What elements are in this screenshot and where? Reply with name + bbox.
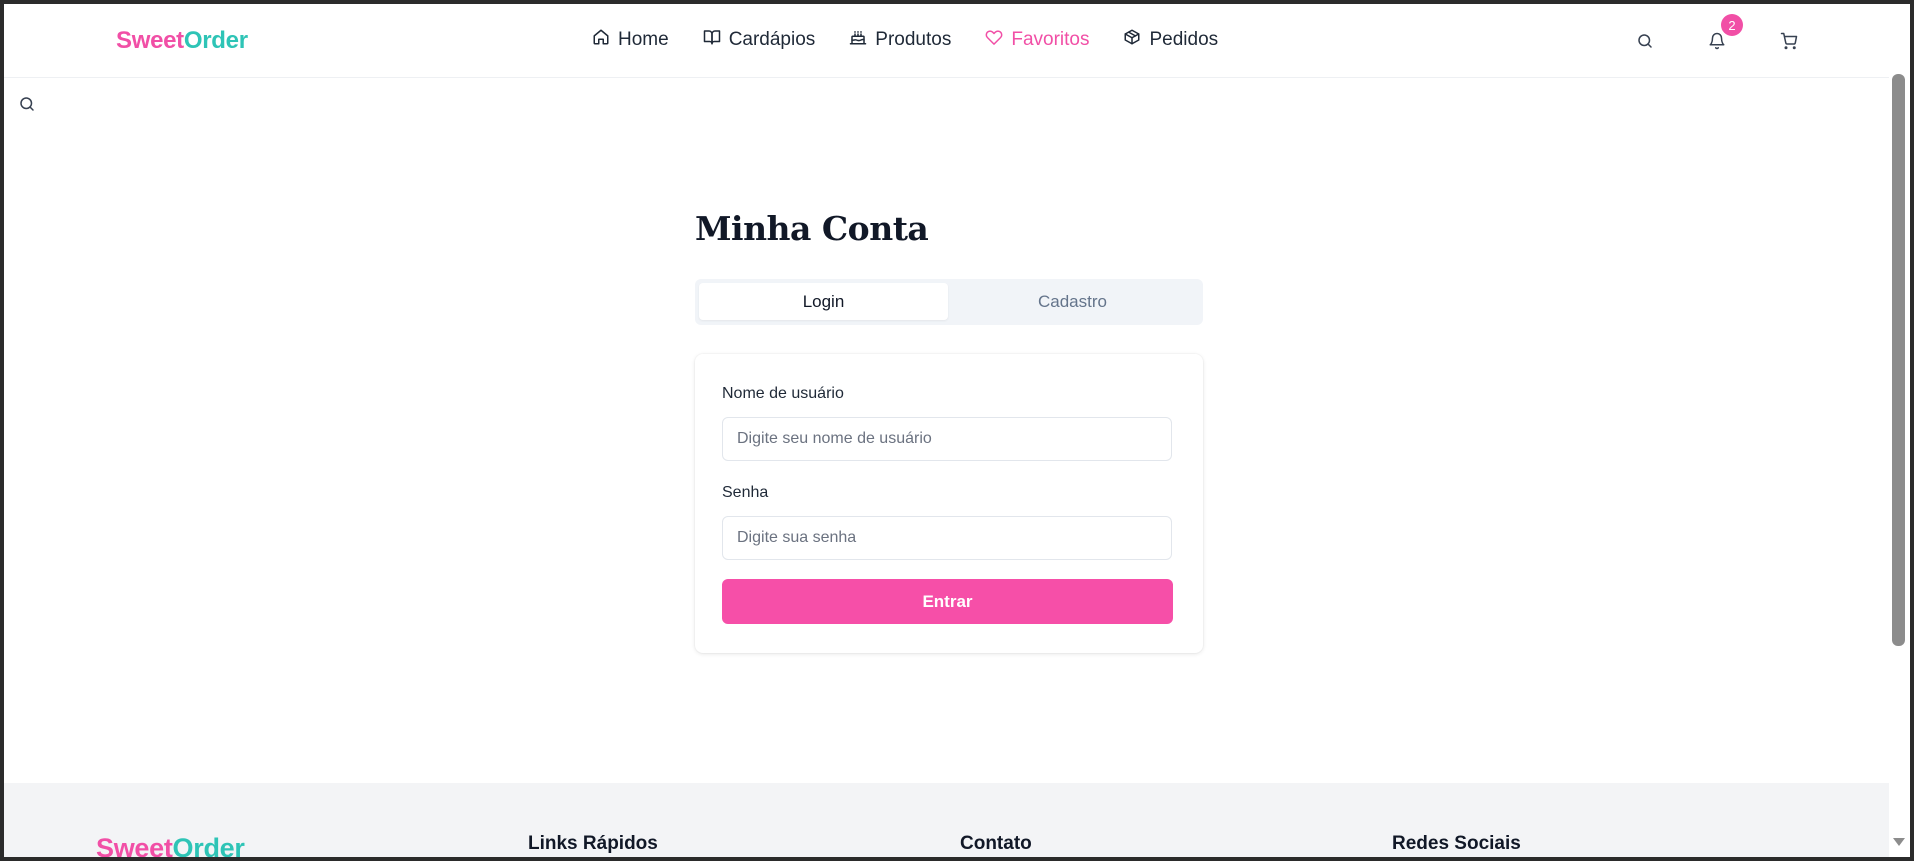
page-title: Minha Conta (695, 209, 929, 248)
logo-sweet: Sweet (116, 27, 184, 54)
nav-label-produtos: Produtos (875, 29, 952, 50)
footer-quick-links-heading: Links Rápidos (528, 833, 658, 854)
footer-logo-order: Order (172, 833, 245, 857)
notification-badge: 2 (1721, 14, 1743, 36)
nav-item-favoritos[interactable]: Favoritos (985, 28, 1089, 52)
nav-label-favoritos: Favoritos (1011, 29, 1090, 50)
footer-contact-heading: Contato (960, 833, 1032, 854)
package-icon (1123, 28, 1141, 52)
tab-login[interactable]: Login (699, 283, 948, 320)
side-search-icon[interactable] (18, 95, 36, 113)
search-icon[interactable] (1636, 32, 1656, 52)
username-field[interactable] (722, 417, 1172, 461)
nav-item-pedidos[interactable]: Pedidos (1123, 28, 1218, 52)
logo[interactable]: SweetOrder (116, 27, 248, 55)
bell-icon[interactable] (1708, 32, 1728, 52)
footer-social-heading: Redes Sociais (1392, 833, 1521, 854)
nav-label-cardapios: Cardápios (728, 29, 816, 50)
cake-icon (849, 28, 867, 52)
nav-label-home: Home (618, 29, 669, 50)
home-icon (592, 28, 610, 52)
top-header: SweetOrder Home Cardápios Produtos Favor… (4, 4, 1893, 78)
browser-viewport: SweetOrder Home Cardápios Produtos Favor… (4, 4, 1893, 857)
cart-icon[interactable] (1780, 32, 1800, 52)
nav-label-pedidos: Pedidos (1149, 29, 1219, 50)
tab-register[interactable]: Cadastro (948, 283, 1197, 320)
scrollbar-thumb[interactable] (1892, 74, 1905, 646)
nav-item-produtos[interactable]: Produtos (849, 28, 951, 52)
heart-icon (985, 28, 1003, 52)
footer: SweetOrder Links Rápidos Contato Redes S… (4, 783, 1893, 857)
login-button[interactable]: Entrar (722, 579, 1173, 624)
nav-item-cardapios[interactable]: Cardápios (703, 28, 816, 52)
scroll-down-arrow-icon[interactable] (1892, 834, 1906, 846)
logo-order: Order (183, 27, 248, 54)
password-field[interactable] (722, 516, 1172, 560)
footer-logo-sweet: Sweet (96, 833, 173, 857)
main-nav: Home Cardápios Produtos Favoritos Pedido… (592, 24, 1252, 56)
nav-item-home[interactable]: Home (592, 28, 669, 52)
username-label: Nome de usuário (722, 385, 844, 402)
login-form: Nome de usuário Senha Entrar (695, 354, 1203, 653)
footer-logo[interactable]: SweetOrder (96, 833, 245, 857)
password-label: Senha (722, 484, 769, 501)
book-icon (703, 28, 721, 52)
account-tabs: Login Cadastro (695, 279, 1203, 325)
